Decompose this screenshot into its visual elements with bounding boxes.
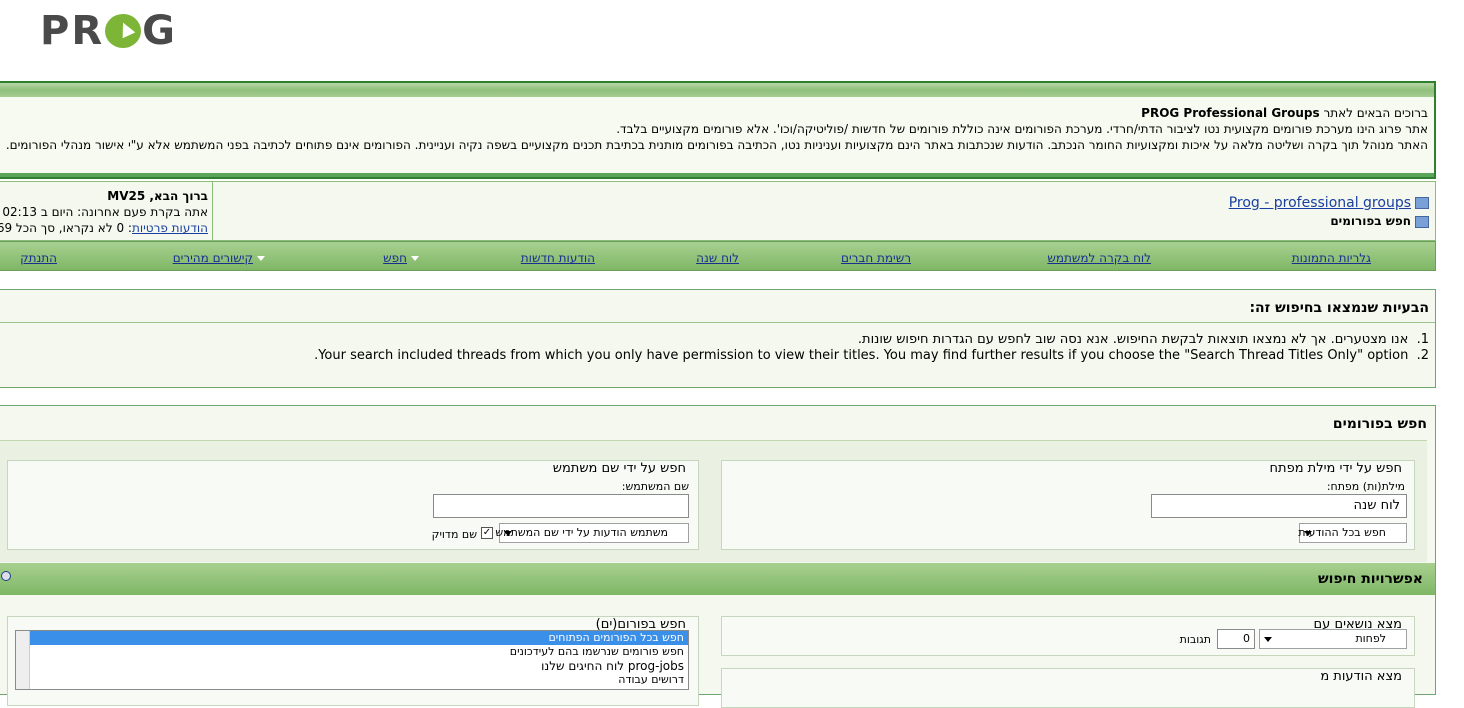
replies-label: תגובות [1179,633,1211,646]
search-panel: חפש בפורומים חפש על ידי מילת מפתח מילת(ו… [0,405,1436,708]
nav-search[interactable]: חפש [383,251,419,265]
welcome-line-3: האתר מנוהל תוך בקרה ושליטה מלאה על איכות… [5,138,1428,152]
welcome-panel: ברוכים הבאים לאתר PROG Professional Grou… [0,81,1436,179]
chevron-down-icon [1264,637,1272,642]
prog-logo[interactable]: PR G [40,8,177,54]
forum-folder-icon [1415,215,1429,228]
welcome-brand: PROG Professional Groups [1141,106,1320,120]
last-visit: אתה בקרת פעם אחרונה: היום ב 02:13 [2,205,208,219]
chevron-down-icon [504,531,512,536]
username-legend: חפש על ידי שם משתמש [552,461,686,476]
private-messages-link[interactable]: הודעות פרטיות [132,221,208,235]
breadcrumb-home-link[interactable]: Prog - professional groups [1229,195,1411,211]
logo-text-left: PR [40,8,105,54]
threads-min-select[interactable]: לפחות [1259,629,1407,649]
forum-option[interactable]: prog-jobs לוח החיגים שלנו [16,659,688,673]
forum-home-icon [1415,197,1429,209]
errors-title: הבעיות שנמצאו בחיפוש זה: [1249,300,1429,316]
welcome-header-bar [0,83,1434,97]
keyword-legend: חפש על ידי מילת מפתח [1269,461,1402,476]
keyword-scope-select[interactable]: חפש בכל ההודעות [1298,523,1407,543]
logo-cursor-icon [105,14,142,48]
posts-fieldset: מצא הודעות מ [721,668,1415,708]
nav-quick-links[interactable]: קישורים מהירים [173,251,265,265]
forum-option[interactable]: חפש בכל הפורומים הפתוחים [16,631,688,645]
forum-option[interactable]: חפש פורומים שנרשמו בהם לעידכונים [16,645,688,659]
breadcrumb-current: חפש בפורומים [1330,214,1411,228]
search-title: חפש בפורומים [1332,416,1427,432]
listbox-scrollbar[interactable] [16,631,30,689]
forum-option[interactable]: דרושים עבודה [16,673,688,687]
logo-text-right: G [142,8,177,54]
nav-user-cp[interactable]: לוח בקרה למשתמש [1047,251,1151,265]
breadcrumb: Prog - professional groups חפש בפורומים [213,182,1435,240]
keyword-input[interactable]: לוח שנה [1151,494,1407,518]
posts-legend: מצא הודעות מ [1320,669,1402,684]
options-title: אפשרויות חיפוש [1318,571,1423,587]
chevron-down-icon [1304,531,1312,536]
nav-bar: גלריות התמונות לוח בקרה למשתמש רשימת חבר… [0,241,1436,271]
collapse-icon[interactable] [1,571,11,581]
navbar-top: Prog - professional groups חפש בפורומים … [0,181,1436,241]
options-header-bar: אפשרויות חיפוש [0,563,1435,595]
nav-logout[interactable]: התנתק [20,251,57,265]
username-label: שם המשתמש: [621,480,689,493]
exact-name-checkbox[interactable]: ✓ [481,527,493,539]
keyword-label: מילת(ות) מפתח: [1326,480,1405,493]
user-info: ברוך הבא, MV25 אתה בקרת פעם אחרונה: היום… [0,182,213,240]
forums-listbox[interactable]: חפש בכל הפורומים הפתוחים חפש פורומים שנר… [15,630,689,690]
nav-new-posts[interactable]: הודעות חדשות [521,251,595,265]
welcome-line-2: אתר פרוג הינו מערכת פורומים מקצועית נטו … [616,122,1428,136]
nav-members[interactable]: רשימת חברים [841,251,911,265]
username-input[interactable] [433,494,689,518]
username-mode-select[interactable]: משתמש הודעות על ידי שם המשתמש [495,523,689,543]
chevron-down-icon [257,256,265,261]
error-item: 1. אנו מצטערים. אך לא נמצאו תוצאות לבקשת… [857,332,1429,347]
search-errors-panel: הבעיות שנמצאו בחיפוש זה: 1. אנו מצטערים.… [0,289,1436,388]
error-item: 2. Your search included threads from whi… [314,348,1429,363]
username: MV25 [107,189,146,203]
pm-info: : 0 לא נקראו, סך הכל 69 [0,221,132,235]
chevron-down-icon [411,256,419,261]
nav-gallery[interactable]: גלריות התמונות [1292,251,1371,265]
exact-name-label: שם מדויק [431,528,477,541]
errors-list: 1. אנו מצטערים. אך לא נמצאו תוצאות לבקשת… [314,332,1429,364]
welcome-line-1: ברוכים הבאים לאתר PROG Professional Grou… [1141,106,1428,120]
nav-calendar[interactable]: לוח שנה [696,251,739,265]
replies-count-input[interactable]: 0 [1217,629,1255,649]
